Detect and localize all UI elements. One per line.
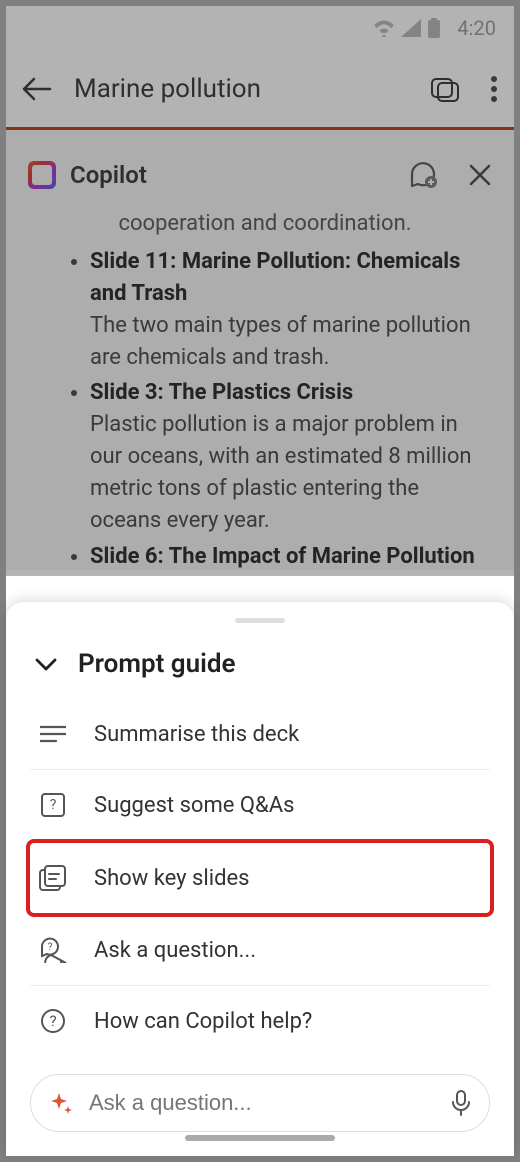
prompt-ask-question[interactable]: ? Ask a question... xyxy=(30,915,490,986)
back-button[interactable] xyxy=(22,74,52,104)
copilot-response: cooperation and coordination. Slide 11: … xyxy=(6,208,514,570)
chat-plus-icon xyxy=(408,160,438,190)
prompt-label: Suggest some Q&As xyxy=(94,793,294,818)
prompt-label: Summarise this deck xyxy=(94,722,299,747)
prompt-guide-sheet: Prompt guide Summarise this deck ? Sugge… xyxy=(6,602,514,1156)
help-icon: ? xyxy=(38,1006,68,1036)
mic-button[interactable] xyxy=(451,1090,471,1116)
prompt-guide-header[interactable]: Prompt guide xyxy=(6,641,514,699)
copilot-panel-title: Copilot xyxy=(70,161,394,189)
ask-input[interactable] xyxy=(89,1090,435,1116)
prompt-show-key-slides[interactable]: Show key slides xyxy=(26,839,494,917)
copilot-panel: Copilot cooperation and coordination. xyxy=(6,130,514,570)
slide-summary-item: Slide 6: The Impact of Marine Pollution … xyxy=(90,539,484,570)
prompt-guide-title: Prompt guide xyxy=(78,649,235,679)
app-header: Marine pollution xyxy=(6,50,514,130)
prompt-label: How can Copilot help? xyxy=(94,1009,312,1034)
svg-text:?: ? xyxy=(49,1012,56,1030)
arrow-left-icon xyxy=(22,77,52,101)
ask-question-icon: ? xyxy=(38,935,68,965)
svg-text:?: ? xyxy=(50,797,57,813)
prompt-summarise-deck[interactable]: Summarise this deck xyxy=(30,699,490,770)
key-slides-icon xyxy=(38,863,68,893)
slide-summary-item: Slide 3: The Plastics Crisis Plastic pol… xyxy=(90,375,484,538)
new-chat-button[interactable] xyxy=(408,160,438,190)
sheet-drag-handle[interactable] xyxy=(235,618,285,623)
battery-icon xyxy=(427,18,441,38)
close-copilot-button[interactable] xyxy=(468,163,492,187)
wifi-icon xyxy=(373,19,395,37)
prompt-how-help[interactable]: ? How can Copilot help? xyxy=(30,986,490,1056)
more-vertical-icon xyxy=(490,75,498,103)
copilot-icon xyxy=(430,74,460,104)
microphone-icon xyxy=(451,1090,471,1116)
nav-home-pill[interactable] xyxy=(185,1135,335,1141)
ask-input-container[interactable] xyxy=(30,1074,490,1132)
prompt-label: Show key slides xyxy=(94,866,250,891)
qa-icon: ? xyxy=(38,790,68,820)
prompt-suggest-qa[interactable]: ? Suggest some Q&As xyxy=(30,770,490,841)
slide-summary-item: Slide 11: Marine Pollution: Chemicals an… xyxy=(90,244,484,376)
sparkle-icon xyxy=(49,1091,73,1115)
copilot-header-button[interactable] xyxy=(430,74,460,104)
signal-icon xyxy=(401,19,421,37)
copilot-logo-icon xyxy=(28,161,56,189)
summarise-icon xyxy=(38,719,68,749)
response-fragment: cooperation and coordination. xyxy=(46,208,484,244)
status-time: 4:20 xyxy=(457,16,496,40)
close-icon xyxy=(468,163,492,187)
status-bar: 4:20 xyxy=(6,6,514,50)
system-nav-bar[interactable] xyxy=(6,1126,514,1150)
prompt-label: Ask a question... xyxy=(94,938,256,963)
chevron-down-icon xyxy=(34,656,58,672)
document-title: Marine pollution xyxy=(74,74,408,104)
more-options-button[interactable] xyxy=(490,75,498,103)
svg-text:?: ? xyxy=(48,942,53,953)
